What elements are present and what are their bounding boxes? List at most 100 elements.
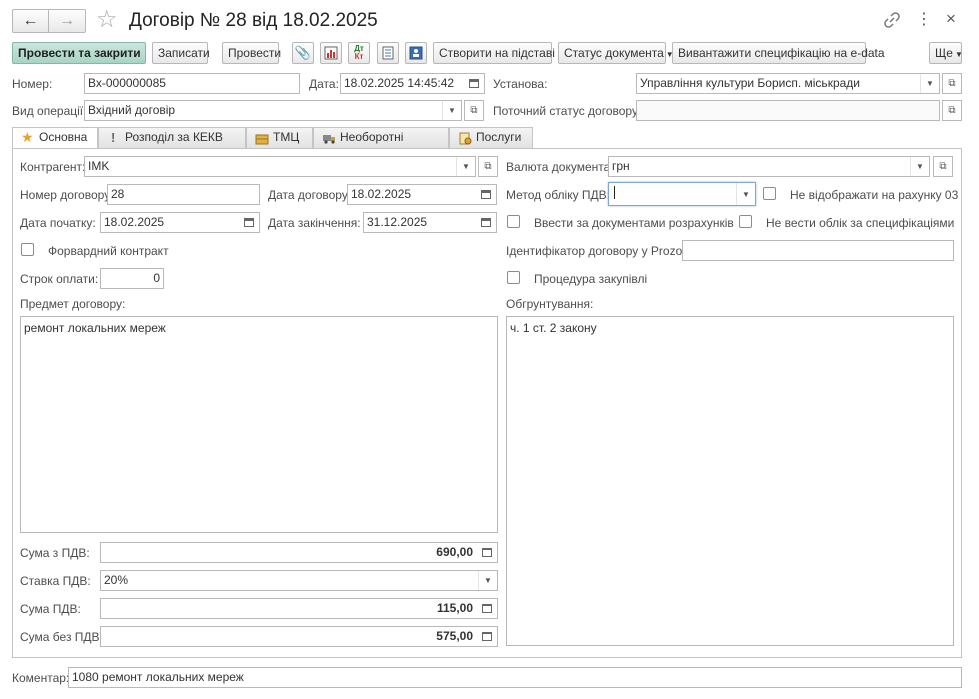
vat-sum-field[interactable]: 115,00 [100, 598, 498, 619]
enter-by-settlement-docs-label: Ввести за документами розрахунків [534, 216, 734, 230]
vat-method-label: Метод обліку ПДВ: [506, 188, 610, 202]
tab-services[interactable]: Послуги [449, 127, 533, 148]
comment-label: Коментар: [12, 671, 70, 685]
calculator-icon[interactable] [476, 627, 497, 646]
arrow-right-icon: → [59, 12, 75, 29]
vat-rate-field[interactable]: 20% ▼ [100, 570, 498, 591]
contract-date-field[interactable]: 18.02.2025 [347, 184, 497, 205]
favorite-star-icon[interactable]: ☆ [96, 7, 118, 33]
dropdown-arrow-icon[interactable]: ▼ [456, 157, 475, 176]
procurement-procedure-checkbox[interactable] [507, 271, 520, 284]
open-icon: ⧉ [484, 161, 492, 172]
start-date-field[interactable]: 18.02.2025 [100, 212, 260, 233]
structure-icon [409, 46, 423, 60]
calendar-icon[interactable] [463, 74, 484, 93]
arrow-left-icon: ← [22, 12, 39, 29]
subject-textarea[interactable]: ремонт локальних мереж [20, 316, 498, 533]
post-and-close-button[interactable]: Провести та закрити [12, 42, 146, 64]
open-icon: ⧉ [470, 105, 478, 116]
attach-button[interactable]: 📎 [292, 42, 314, 64]
comment-field[interactable]: 1080 ремонт локальних мереж [68, 667, 962, 688]
window-title: Договір № 28 від 18.02.2025 [129, 10, 378, 31]
open-icon: ⧉ [948, 78, 956, 89]
no-spec-accounting-checkbox[interactable] [739, 215, 752, 228]
post-button[interactable]: Провести [222, 42, 281, 64]
save-button[interactable]: Записати [152, 42, 210, 64]
operation-field[interactable]: Вхідний договір ▼ [84, 100, 462, 121]
structure-button[interactable] [405, 42, 427, 64]
status-field[interactable] [636, 100, 940, 121]
open-operation-button[interactable]: ⧉ [464, 100, 484, 121]
contract-date-label: Дата договору: [268, 188, 352, 202]
open-currency-button[interactable]: ⧉ [933, 156, 953, 177]
text-cursor [614, 186, 615, 200]
more-button[interactable]: Ще ▼ [929, 42, 963, 64]
no-spec-accounting-label: Не вести облік за специфікаціями [766, 216, 955, 230]
tab-kekv[interactable]: ! Розподіл за КЕКВ (1) [98, 127, 246, 163]
open-status-button[interactable]: ⧉ [942, 100, 962, 121]
upload-spec-button[interactable]: Вивантажити специфікацію на e-data [672, 42, 885, 64]
calendar-icon[interactable] [475, 213, 496, 232]
open-icon: ⧉ [939, 161, 947, 172]
open-institution-button[interactable]: ⧉ [942, 73, 962, 94]
dropdown-arrow-icon[interactable]: ▼ [736, 183, 755, 205]
end-date-field[interactable]: 31.12.2025 [363, 212, 497, 233]
no-show-account-03-label: Не відображати на рахунку 03 [790, 188, 959, 202]
tab-main[interactable]: ★ Основна [12, 127, 98, 149]
no-show-account-03-checkbox[interactable] [763, 187, 776, 200]
number-field[interactable]: Вх-000000085 [84, 73, 300, 94]
dt-kt-icon: Дт Кт [354, 44, 364, 61]
forward-contract-label: Форвардний контракт [48, 244, 169, 258]
institution-label: Установа: [493, 77, 548, 91]
currency-field[interactable]: грн ▼ [608, 156, 930, 177]
report-button[interactable] [320, 42, 342, 64]
link-icon[interactable] [883, 11, 901, 29]
paperclip-icon: 📎 [294, 45, 312, 60]
prozorro-id-field[interactable] [682, 240, 954, 261]
vat-rate-label: Ставка ПДВ: [20, 574, 91, 588]
calendar-icon[interactable] [238, 213, 259, 232]
kebab-menu-icon[interactable]: ⋮ [916, 10, 932, 30]
open-counterparty-button[interactable]: ⧉ [478, 156, 498, 177]
document-status-button[interactable]: Статус документа ▼ [558, 42, 674, 64]
justification-label: Обгрунтування: [506, 297, 594, 311]
date-label: Дата: [309, 77, 339, 91]
close-icon[interactable]: × [946, 9, 956, 29]
dropdown-arrow-icon[interactable]: ▼ [920, 74, 939, 93]
subject-label: Предмет договору: [20, 297, 126, 311]
back-button[interactable]: ← [12, 9, 49, 33]
service-icon [459, 132, 472, 145]
vat-method-field[interactable]: ▼ [608, 182, 756, 206]
enter-by-settlement-docs-checkbox[interactable] [507, 215, 520, 228]
calendar-icon[interactable] [475, 185, 496, 204]
create-based-on-button[interactable]: Створити на підставі▼ [433, 42, 565, 64]
number-label: Номер: [12, 77, 53, 91]
sum-with-vat-field[interactable]: 690,00 [100, 542, 498, 563]
tab-fixed-assets[interactable]: Необоротні активи [313, 127, 449, 163]
date-field[interactable]: 18.02.2025 14:45:42 [340, 73, 485, 94]
dt-kt-button[interactable]: Дт Кт [348, 42, 370, 64]
dropdown-arrow-icon[interactable]: ▼ [442, 101, 461, 120]
sum-without-vat-field[interactable]: 575,00 [100, 626, 498, 647]
payment-term-field[interactable]: 0 [100, 268, 164, 289]
open-icon: ⧉ [948, 105, 956, 116]
tab-tmc[interactable]: ТМЦ [246, 127, 313, 148]
calculator-icon[interactable] [476, 543, 497, 562]
dropdown-arrow-icon[interactable]: ▼ [478, 571, 497, 590]
forward-button[interactable]: → [49, 9, 86, 33]
star-icon: ★ [21, 129, 34, 145]
contract-number-field[interactable]: 28 [107, 184, 260, 205]
end-date-label: Дата закінчення: [268, 216, 361, 230]
counterparty-label: Контрагент: [20, 160, 86, 174]
institution-field[interactable]: Управління культури Борисп. міськради ▼ [636, 73, 940, 94]
start-date-label: Дата початку: [20, 216, 96, 230]
chart-icon [324, 46, 338, 60]
sum-without-vat-label: Сума без ПДВ: [20, 630, 103, 644]
forward-contract-checkbox[interactable] [21, 243, 34, 256]
justification-textarea[interactable]: ч. 1 ст. 2 закону [506, 316, 954, 646]
document-button[interactable] [377, 42, 399, 64]
counterparty-field[interactable]: IMK ▼ [84, 156, 476, 177]
dropdown-arrow-icon[interactable]: ▼ [910, 157, 929, 176]
calculator-icon[interactable] [476, 599, 497, 618]
operation-label: Вид операції: [12, 104, 87, 118]
